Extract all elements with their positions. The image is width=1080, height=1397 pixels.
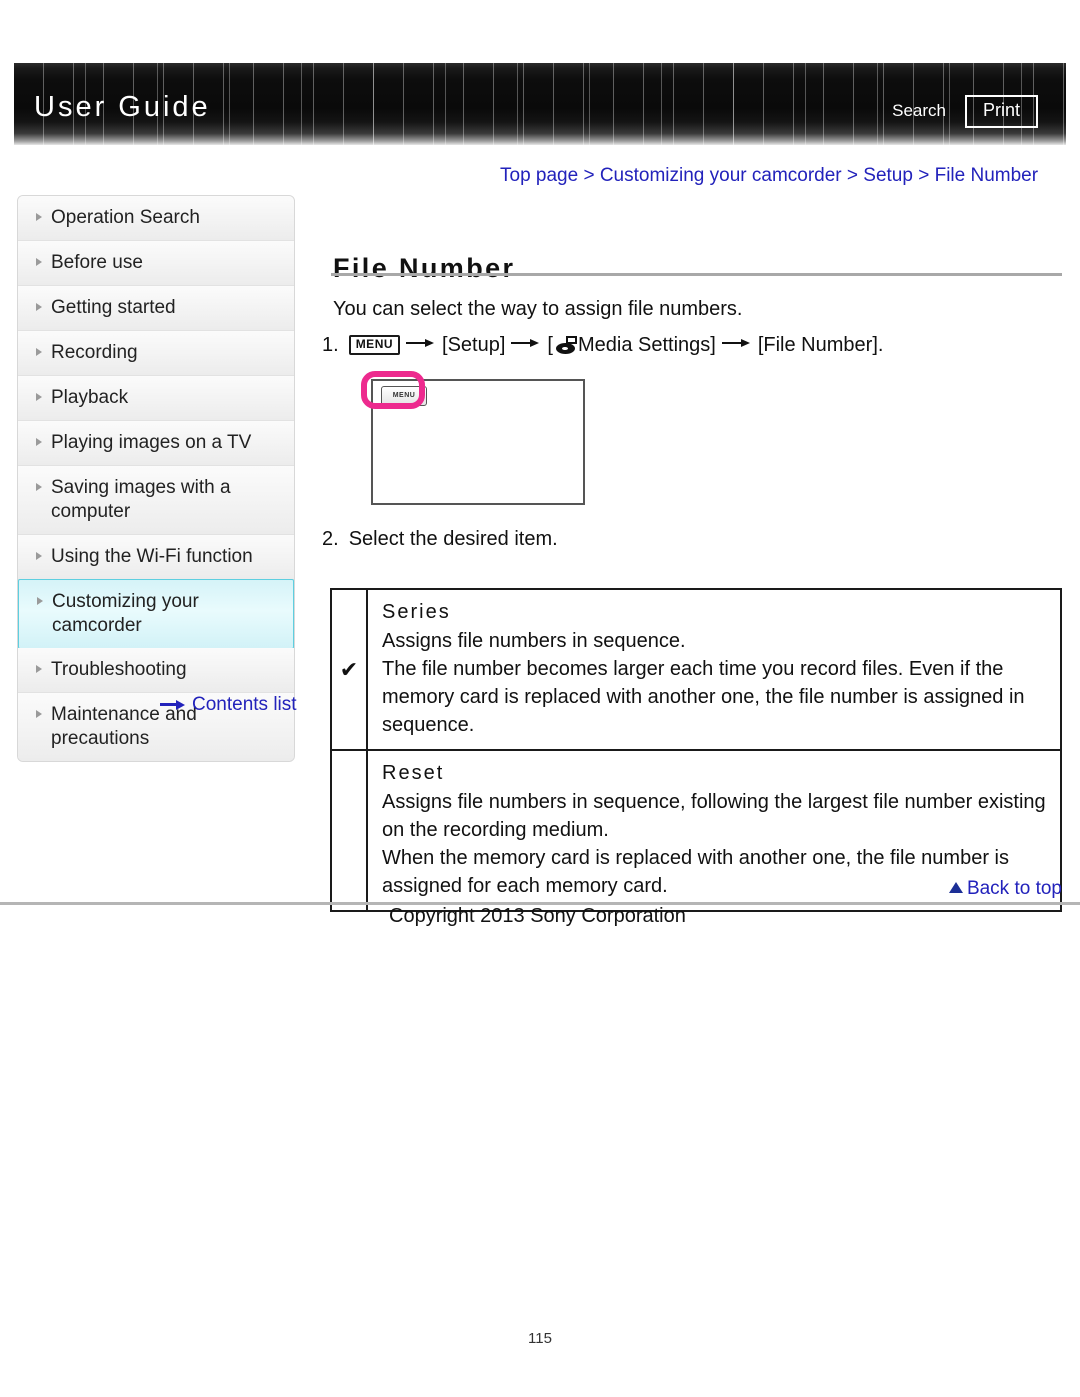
sidebar-item-label: Playback <box>51 387 129 409</box>
triangle-right-icon <box>36 257 42 266</box>
arrow-right-icon <box>406 337 436 349</box>
sidebar-item-label: Before use <box>51 252 143 274</box>
media-settings-icon <box>555 336 577 354</box>
triangle-right-icon <box>36 212 42 221</box>
step-1-instruction: 1. MENU [Setup] [ Media Settings] [File Numbe… <box>322 332 883 358</box>
title-divider <box>331 273 1062 276</box>
print-button[interactable]: Print <box>964 95 1038 128</box>
triangle-up-icon <box>948 882 963 893</box>
table-row: ✔ Series Assigns file numbers in sequenc… <box>332 590 1060 751</box>
option-table: ✔ Series Assigns file numbers in sequenc… <box>330 588 1062 912</box>
sidebar-item-label: Recording <box>51 342 138 364</box>
step-2-instruction: 2. Select the desired item. <box>322 528 558 551</box>
contents-list-label: Contents list <box>192 694 297 715</box>
sidebar-item-playback[interactable]: Playback <box>18 376 294 422</box>
selected-check-icon: ✔ <box>332 590 368 749</box>
breadcrumb[interactable]: Top page > Customizing your camcorder > … <box>500 165 1038 187</box>
sidebar-item-label: Troubleshooting <box>51 659 187 681</box>
step-2-text: Select the desired item. <box>348 528 558 550</box>
intro-paragraph: You can select the way to assign file nu… <box>333 298 743 320</box>
option-mark-empty <box>332 751 368 910</box>
menu-button-icon: MENU <box>348 335 401 355</box>
arrow-right-icon <box>511 337 541 349</box>
step-1-bracket-open: [ <box>547 334 553 356</box>
camcorder-screen-illustration: MENU <box>371 379 585 505</box>
triangle-right-icon <box>37 596 43 605</box>
arrow-right-icon <box>160 699 186 710</box>
page-number: 115 <box>528 1330 552 1347</box>
step-1-file-number-label: [File Number]. <box>757 334 884 356</box>
option-description: Assigns file numbers in sequence. The fil… <box>382 630 1025 736</box>
sidebar-item-label: Customizing your camcorder <box>52 591 199 637</box>
sidebar-navigation: Operation Search Before use Getting star… <box>17 195 295 763</box>
page-brand-title: User Guide <box>34 91 211 123</box>
sidebar-item-label: Getting started <box>51 297 176 319</box>
sidebar-item-label: Playing images on a TV <box>51 432 252 454</box>
sidebar-item-operation-search[interactable]: Operation Search <box>18 196 294 242</box>
page-title: File Number <box>333 253 516 284</box>
triangle-right-icon <box>36 664 42 673</box>
sidebar-item-label: Saving images with a computer <box>51 477 231 523</box>
back-to-top-label: Back to top <box>966 878 1062 899</box>
sidebar-item-using-the-wi-fi-function[interactable]: Using the Wi-Fi function <box>18 535 294 581</box>
sidebar-item-label: Operation Search <box>51 207 200 228</box>
triangle-right-icon <box>36 302 42 311</box>
triangle-right-icon <box>36 392 42 401</box>
sidebar-item-before-use[interactable]: Before use <box>18 241 294 287</box>
step-2-number: 2. <box>322 528 339 550</box>
triangle-right-icon <box>36 551 42 560</box>
sidebar-item-customizing-your-camcorder[interactable]: Customizing your camcorder <box>18 579 294 650</box>
triangle-right-icon <box>36 482 42 491</box>
option-description: Assigns file numbers in sequence, follow… <box>382 791 1046 897</box>
screen-menu-button-icon: MENU <box>381 386 427 406</box>
arrow-right-icon <box>721 337 752 349</box>
step-1-media-label: Media Settings] <box>577 334 716 356</box>
sidebar-item-recording[interactable]: Recording <box>18 331 294 377</box>
back-to-top-link[interactable]: Back to top <box>948 878 1062 900</box>
header-banner: User Guide Search Print <box>14 63 1066 145</box>
step-1-number: 1. <box>322 334 339 356</box>
option-name: Series <box>382 601 451 623</box>
step-1-setup-label: [Setup] <box>442 334 506 356</box>
sidebar-item-playing-images-on-a-tv[interactable]: Playing images on a TV <box>18 421 294 467</box>
search-button[interactable]: Search <box>892 101 946 121</box>
sidebar-item-saving-images-with-a-computer[interactable]: Saving images with a computer <box>18 466 294 536</box>
sidebar-item-troubleshooting[interactable]: Troubleshooting <box>18 648 294 694</box>
sidebar-item-getting-started[interactable]: Getting started <box>18 286 294 332</box>
contents-list-link[interactable]: Contents list <box>160 694 297 716</box>
option-body: Series Assigns file numbers in sequence.… <box>368 590 1060 749</box>
sidebar-item-label: Using the Wi-Fi function <box>51 546 253 568</box>
option-name: Reset <box>382 762 445 784</box>
triangle-right-icon <box>36 437 42 446</box>
triangle-right-icon <box>36 347 42 356</box>
triangle-right-icon <box>36 709 42 718</box>
copyright-text: Copyright 2013 Sony Corporation <box>389 905 686 927</box>
